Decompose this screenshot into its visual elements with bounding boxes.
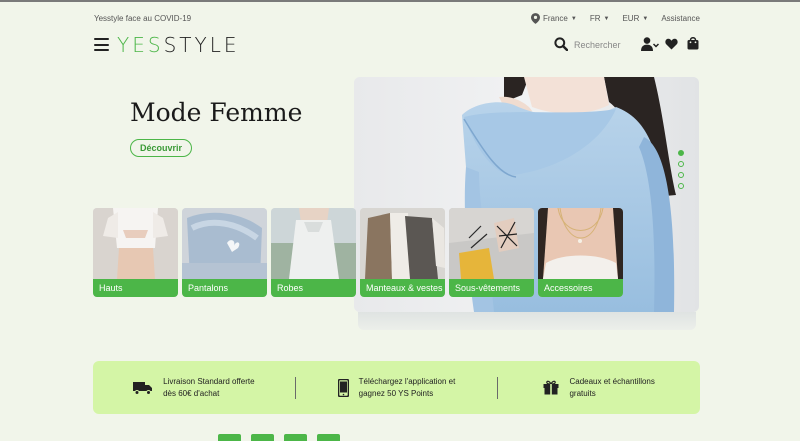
- perk-free-gifts[interactable]: Cadeaux et échantillons gratuits: [498, 376, 700, 400]
- help-link[interactable]: Assistance: [661, 14, 700, 23]
- search-input[interactable]: Rechercher: [574, 40, 621, 50]
- perk-free-shipping[interactable]: Livraison Standard offerte dès 60€ d'ach…: [93, 376, 295, 400]
- tops-thumbnail: [93, 208, 178, 279]
- category-label: Robes: [271, 279, 356, 297]
- category-label: Manteaux & vestes: [360, 279, 445, 297]
- category-tiles: Hauts Pantalons Robes Manteaux & vestes …: [93, 208, 623, 297]
- carousel-dot[interactable]: [678, 183, 684, 189]
- location-pin-icon: [530, 13, 540, 24]
- yesstyle-logo[interactable]: YESSTYLE: [117, 33, 239, 57]
- discover-button[interactable]: Découvrir: [130, 139, 193, 157]
- carousel-dot[interactable]: [678, 150, 684, 156]
- currency-label: EUR: [622, 14, 640, 23]
- covid-link[interactable]: Yesstyle face au COVID-19: [94, 14, 191, 23]
- category-label: Hauts: [93, 279, 178, 297]
- underwear-thumbnail: [449, 208, 534, 279]
- accessories-thumbnail: [538, 208, 623, 279]
- account-icon[interactable]: [641, 37, 659, 51]
- section-tile[interactable]: [284, 434, 307, 441]
- language-selector[interactable]: FR ▼: [590, 14, 610, 23]
- category-pants[interactable]: Pantalons: [182, 208, 267, 297]
- logo-style: STYLE: [163, 33, 240, 57]
- perks-banner: Livraison Standard offerte dès 60€ d'ach…: [93, 361, 700, 414]
- perk-text-line1: Téléchargez l'application et: [358, 376, 456, 386]
- next-section-tiles: [218, 434, 340, 441]
- logo-yes: YES: [117, 33, 164, 57]
- heart-icon[interactable]: [665, 38, 678, 50]
- search-icon[interactable]: [554, 37, 568, 51]
- truck-icon: [133, 381, 153, 395]
- section-tile[interactable]: [251, 434, 274, 441]
- section-tile[interactable]: [317, 434, 340, 441]
- mobile-icon: [337, 378, 349, 397]
- hero-carousel-next-slide: [358, 312, 696, 330]
- window-top-border: [0, 0, 800, 2]
- perk-text-line2: gagnez 50 YS Points: [358, 388, 434, 398]
- carousel-dot[interactable]: [678, 172, 684, 178]
- section-tile[interactable]: [218, 434, 241, 441]
- chevron-down-icon: ▼: [603, 15, 610, 22]
- currency-selector[interactable]: EUR ▼: [622, 14, 648, 23]
- perk-text-line1: Cadeaux et échantillons: [569, 376, 655, 386]
- perk-text-line2: dès 60€ d'achat: [163, 388, 220, 398]
- perk-text-line1: Livraison Standard offerte: [163, 376, 255, 386]
- chevron-down-icon: ▼: [570, 15, 577, 22]
- category-tops[interactable]: Hauts: [93, 208, 178, 297]
- topbar-settings: France ▼ FR ▼ EUR ▼ Assistance: [530, 13, 700, 24]
- category-dresses[interactable]: Robes: [271, 208, 356, 297]
- menu-icon[interactable]: [94, 38, 109, 51]
- category-accessories[interactable]: Accessoires: [538, 208, 623, 297]
- pants-thumbnail: [182, 208, 267, 279]
- perk-text-line2: gratuits: [569, 388, 596, 398]
- category-coats[interactable]: Manteaux & vestes: [360, 208, 445, 297]
- carousel-pagination: [678, 150, 684, 189]
- perk-app-download[interactable]: Téléchargez l'application et gagnez 50 Y…: [296, 376, 498, 400]
- shopping-bag-icon[interactable]: [687, 36, 699, 50]
- country-selector[interactable]: France ▼: [530, 13, 577, 24]
- category-label: Pantalons: [182, 279, 267, 297]
- coats-thumbnail: [360, 208, 445, 279]
- country-label: France: [542, 14, 568, 23]
- carousel-dot[interactable]: [678, 161, 684, 167]
- chevron-down-icon: ▼: [642, 15, 649, 22]
- language-label: FR: [589, 14, 601, 23]
- gift-icon: [543, 380, 559, 395]
- category-label: Sous-vêtements: [449, 279, 534, 297]
- category-label: Accessoires: [538, 279, 623, 297]
- category-underwear[interactable]: Sous-vêtements: [449, 208, 534, 297]
- hero-title: Mode Femme: [130, 98, 303, 127]
- dresses-thumbnail: [271, 208, 356, 279]
